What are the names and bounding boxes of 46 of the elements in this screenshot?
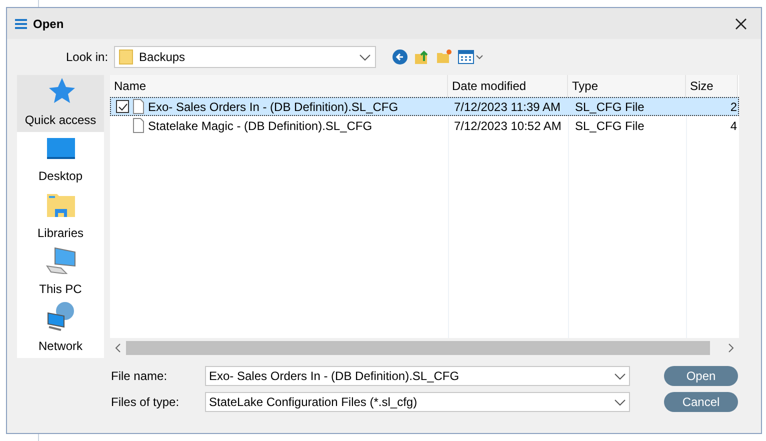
view-menu-button[interactable] bbox=[458, 50, 484, 64]
back-icon[interactable] bbox=[392, 49, 408, 65]
check-icon bbox=[118, 102, 128, 110]
place-item[interactable]: Desktop bbox=[17, 132, 104, 188]
place-item[interactable]: This PC bbox=[17, 244, 104, 301]
folder-icon bbox=[46, 192, 76, 218]
file-name-field[interactable]: Exo- Sales Orders In - (DB Definition).SL_CFG bbox=[205, 366, 630, 386]
size-cell-text: 4 bbox=[729, 118, 737, 134]
size-cell-text: 2 bbox=[729, 98, 737, 116]
look-in-label: Look in: bbox=[66, 49, 108, 66]
file-name-cell-text: Exo- Sales Orders In - (DB Definition).SL_CFG bbox=[148, 98, 398, 116]
new-folder-icon[interactable] bbox=[436, 49, 452, 65]
grid-icon bbox=[458, 50, 474, 64]
column-header[interactable]: Size bbox=[686, 75, 738, 97]
place-item[interactable]: Libraries bbox=[17, 188, 104, 244]
close-icon bbox=[735, 18, 747, 30]
dialog-button[interactable]: Cancel bbox=[664, 392, 738, 412]
scrollbar-thumb[interactable] bbox=[126, 341, 710, 355]
computer-icon bbox=[44, 246, 76, 274]
checkbox[interactable] bbox=[116, 100, 129, 113]
column-header[interactable]: Name bbox=[110, 75, 448, 97]
folder-icon bbox=[119, 49, 134, 65]
place-item[interactable]: Network bbox=[17, 301, 104, 358]
type-cell-text: SL_CFG File bbox=[574, 118, 646, 134]
caret-icon bbox=[476, 54, 484, 60]
column-header[interactable]: Type bbox=[568, 75, 686, 97]
file-row[interactable]: Exo- Sales Orders In - (DB Definition).SL_CFG 7/12/2023 11:39 AM SL_CFG File 2 bbox=[110, 97, 739, 116]
file-name-cell-text: Statelake Magic - (DB Definition).SL_CFG bbox=[148, 118, 372, 134]
look-in-dropdown[interactable]: Backups bbox=[114, 46, 376, 68]
date-cell-text: 7/12/2023 11:39 AM bbox=[453, 98, 562, 116]
dialog-button[interactable]: Open bbox=[664, 366, 738, 386]
network-icon bbox=[46, 301, 76, 331]
file-name-label: File name: bbox=[111, 368, 168, 385]
monitor-icon bbox=[46, 137, 76, 161]
file-type-label: Files of type: bbox=[111, 394, 180, 411]
file-type-dropdown[interactable]: StateLake Configuration Files (*.sl_cfg) bbox=[205, 392, 630, 412]
place-item[interactable]: Quick access bbox=[17, 75, 104, 132]
date-cell-text: 7/12/2023 10:52 AM bbox=[453, 118, 562, 134]
menu-icon[interactable] bbox=[15, 18, 27, 28]
document-icon bbox=[133, 118, 144, 133]
type-cell-text: SL_CFG File bbox=[574, 98, 646, 116]
document-icon bbox=[133, 99, 144, 114]
up-folder-icon[interactable] bbox=[414, 49, 430, 65]
column-header[interactable]: Date modified bbox=[448, 75, 568, 97]
window-title: Open bbox=[33, 16, 64, 32]
file-row[interactable]: Statelake Magic - (DB Definition).SL_CFG 7/12/2023 10:52 AM SL_CFG File 4 bbox=[110, 116, 739, 135]
